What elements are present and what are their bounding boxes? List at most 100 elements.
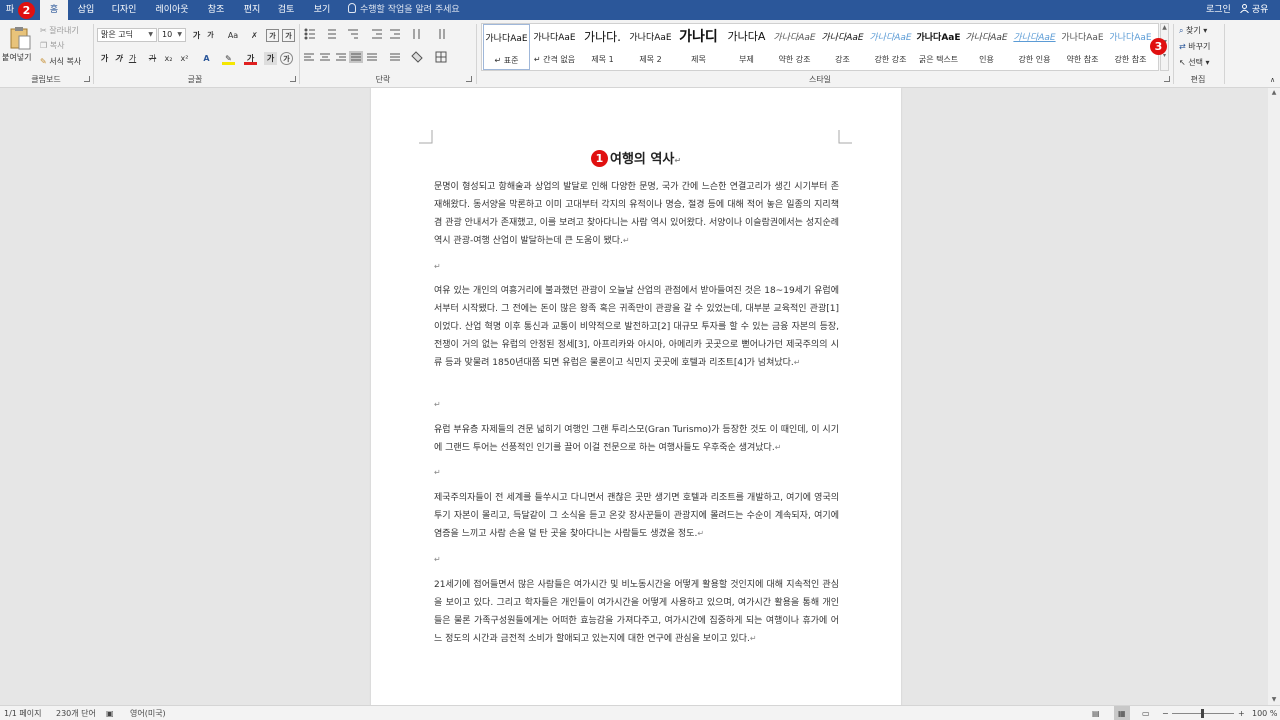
empty-paragraph-mark: ↵ [434, 262, 441, 271]
zoom-in-icon[interactable]: + [1238, 706, 1245, 720]
copy-label: 복사 [49, 41, 65, 50]
tab-references[interactable]: 참조 [202, 0, 230, 20]
sign-in-button[interactable]: 로그인 [1206, 0, 1231, 20]
phonetic-guide-icon[interactable]: 가 [266, 29, 279, 42]
italic-button[interactable]: 가 [112, 52, 125, 65]
copy-button[interactable]: ❐ 복사 [40, 40, 64, 51]
enclose-char-icon[interactable]: 가 [280, 52, 293, 65]
document-page[interactable]: 1 여행의 역사↵ 문명이 형성되고 항해술과 상업의 발달로 인해 다양한 문명… [371, 88, 901, 705]
style-subtle-reference[interactable]: 가나다AaE 약한 참조 [1059, 24, 1106, 70]
highlight-color-icon[interactable]: ✎ [222, 52, 235, 65]
font-color-icon[interactable]: 가 [244, 52, 257, 65]
clear-format-icon[interactable]: ✗ [248, 29, 261, 42]
font-name-combo[interactable]: 맑은 고딕 ▼ [97, 28, 157, 42]
share-button[interactable]: 공유 [1240, 0, 1268, 20]
search-icon: ⌕ [1179, 26, 1187, 35]
tab-view[interactable]: 보기 [308, 0, 336, 20]
zoom-level[interactable]: 100 % [1252, 706, 1277, 720]
font-size-combo[interactable]: 10 ▼ [158, 28, 186, 42]
style-subtle-emphasis[interactable]: 가나다AaE 약한 강조 [771, 24, 818, 70]
font-group-label: 글꼴 [187, 75, 203, 84]
style-subtitle[interactable]: 가나다A 부제 [723, 24, 770, 70]
style-strong[interactable]: 가나다AaE 굵은 텍스트 [915, 24, 962, 70]
zoom-out-icon[interactable]: − [1162, 706, 1169, 720]
select-button[interactable]: ↖ 선택 ▾ [1179, 57, 1210, 68]
grow-font-button[interactable]: 가 [190, 29, 203, 42]
format-painter-button[interactable]: ✎ 서식 복사 [40, 56, 81, 67]
paragraph-text: 문명이 형성되고 항해술과 상업의 발달로 인해 다양한 문명, 국가 간에 느… [434, 182, 839, 246]
cursor-icon: ↖ [1179, 58, 1189, 67]
underline-button[interactable]: 가 [126, 52, 139, 65]
style-sample: 가나다AaE [965, 33, 1008, 43]
proofing-icon[interactable]: ▣ [106, 706, 114, 720]
chevron-down-icon: ▾ [1200, 26, 1208, 35]
tab-review[interactable]: 검토 [272, 0, 300, 20]
tab-home[interactable]: 홈 [40, 0, 68, 20]
tab-insert[interactable]: 삽입 [72, 0, 100, 20]
bold-button[interactable]: 가 [98, 52, 111, 65]
paragraph-launcher-icon[interactable] [466, 76, 472, 82]
tab-mailings[interactable]: 편지 [238, 0, 266, 20]
vertical-scrollbar[interactable]: ▲ ▼ [1268, 88, 1280, 705]
chevron-down-icon[interactable]: ▼ [1268, 695, 1280, 705]
style-sample: 가나다AaE [533, 33, 576, 43]
strikethrough-button[interactable]: 가 [146, 52, 159, 65]
style-no-spacing[interactable]: 가나다AaE ↵ 간격 없음 [531, 24, 578, 70]
paragraph-mark: ↵ [622, 236, 630, 245]
zoom-slider[interactable] [1172, 709, 1234, 718]
document-paragraph[interactable]: 21세기에 접어들면서 많은 사람들은 여가시간 및 비노동시간을 어떻게 활용… [434, 576, 839, 648]
style-sample: 가나다. [584, 30, 621, 44]
cut-button[interactable]: ✂ 잘라내기 [40, 25, 79, 36]
style-title[interactable]: 가나디 제목 [675, 24, 722, 70]
web-layout-icon[interactable]: ▭ [1142, 706, 1150, 720]
style-intense-reference[interactable]: 가나다AaE 강한 참조 [1107, 24, 1154, 70]
style-sample: 가나다AaE [1013, 33, 1056, 43]
replace-button[interactable]: ⇄ 바꾸기 [1179, 41, 1210, 52]
paragraph-tools[interactable] [302, 26, 472, 70]
collapse-ribbon-icon[interactable]: ∧ [1270, 76, 1275, 84]
find-button[interactable]: ⌕ 찾기 ▾ [1179, 25, 1207, 36]
style-heading-1[interactable]: 가나다. 제목 1 [579, 24, 626, 70]
scissors-icon: ✂ [40, 26, 50, 35]
document-paragraph[interactable]: 제국주의자들이 전 세계를 들쑤시고 다니면서 괜찮은 곳만 생기면 호텔과 리… [434, 489, 839, 543]
tell-me-search[interactable]: 수행할 작업을 알려 주세요 [348, 0, 460, 20]
char-shading-icon[interactable]: 가 [264, 52, 277, 65]
change-case-button[interactable]: Aa [224, 29, 242, 42]
subscript-button[interactable]: x₂ [162, 52, 175, 65]
document-paragraph[interactable]: 여유 있는 개인의 여흥거리에 불과했던 관광이 오늘날 산업의 관점에서 받아… [434, 282, 839, 372]
style-emphasis[interactable]: 가나다AaE 강조 [819, 24, 866, 70]
style-intense-emphasis[interactable]: 가나다AaE 강한 강조 [867, 24, 914, 70]
text-effects-icon[interactable]: A [200, 52, 213, 65]
clipboard-launcher-icon[interactable] [84, 76, 90, 82]
style-heading-2[interactable]: 가나다AaE 제목 2 [627, 24, 674, 70]
superscript-button[interactable]: x² [178, 52, 191, 65]
word-count[interactable]: 230개 단어 [56, 706, 96, 720]
tab-layout[interactable]: 레이아웃 [150, 0, 194, 20]
tab-file[interactable]: 파일 [2, 0, 18, 35]
style-intense-quote[interactable]: 가나다AaE 강한 인용 [1011, 24, 1058, 70]
style-quote[interactable]: 가나다AaE 인용 [963, 24, 1010, 70]
style-sample: 가나디 [679, 29, 718, 45]
tab-design[interactable]: 디자인 [106, 0, 142, 20]
zoom-slider-thumb[interactable] [1201, 709, 1204, 718]
language-indicator[interactable]: 영어(미국) [130, 706, 166, 720]
style-normal[interactable]: 가나다AaE ↵ 표준 [483, 24, 530, 70]
paragraph-mark: ↵ [697, 529, 705, 538]
document-title[interactable]: 1 여행의 역사↵ [371, 148, 901, 167]
paste-button[interactable]: 붙여넣기 [2, 24, 36, 72]
shrink-font-button[interactable]: 가 [204, 29, 217, 42]
read-mode-icon[interactable]: ▤ [1092, 706, 1100, 720]
page-count[interactable]: 1/1 페이지 [4, 706, 42, 720]
style-name: ↵ 표준 [494, 56, 519, 65]
tell-me-placeholder: 수행할 작업을 알려 주세요 [360, 5, 460, 15]
print-layout-icon[interactable]: ▦ [1114, 706, 1130, 720]
paragraph-group-label: 단락 [375, 75, 391, 84]
chevron-up-icon[interactable]: ▲ [1268, 88, 1280, 98]
styles-launcher-icon[interactable] [1164, 76, 1170, 82]
style-name: 약한 강조 [778, 55, 811, 64]
document-paragraph[interactable]: 유럽 부유층 자제들의 견문 넓히기 여행인 그랜 투리스모(Gran Turi… [434, 421, 839, 457]
char-border-icon[interactable]: 가 [282, 29, 295, 42]
lightbulb-icon [348, 3, 356, 13]
document-paragraph[interactable]: 문명이 형성되고 항해술과 상업의 발달로 인해 다양한 문명, 국가 간에 느… [434, 178, 839, 250]
font-launcher-icon[interactable] [290, 76, 296, 82]
